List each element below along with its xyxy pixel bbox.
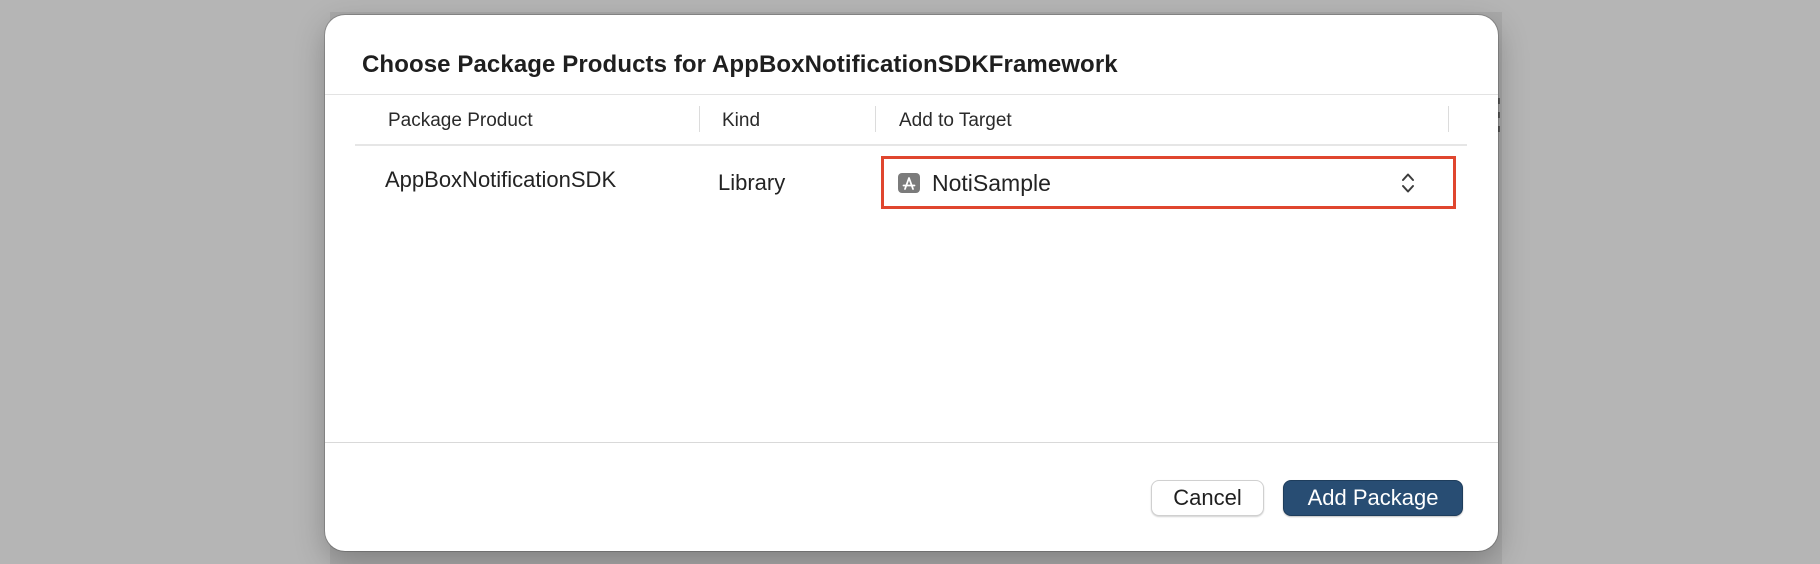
table-header-divider xyxy=(355,144,1467,146)
footer-divider xyxy=(325,442,1498,443)
column-separator xyxy=(699,106,700,132)
column-separator xyxy=(1448,106,1449,132)
column-header-package-product[interactable]: Package Product xyxy=(388,110,533,132)
app-target-icon xyxy=(898,173,920,193)
package-product-cell: AppBoxNotificationSDK xyxy=(385,167,617,192)
column-separator xyxy=(875,106,876,132)
title-divider xyxy=(325,94,1498,95)
chevron-up-down-icon xyxy=(1401,171,1415,195)
dialog-title: Choose Package Products for AppBoxNotifi… xyxy=(362,51,1118,78)
column-header-kind[interactable]: Kind xyxy=(722,110,760,132)
cancel-button[interactable]: Cancel xyxy=(1151,480,1264,516)
kind-cell: Library xyxy=(718,170,786,195)
add-to-target-popup[interactable]: NotiSample xyxy=(881,156,1456,209)
add-package-button[interactable]: Add Package xyxy=(1283,480,1463,516)
column-header-add-to-target[interactable]: Add to Target xyxy=(899,110,1012,132)
choose-package-products-dialog: Choose Package Products for AppBoxNotifi… xyxy=(325,15,1498,551)
target-value: NotiSample xyxy=(932,170,1051,196)
